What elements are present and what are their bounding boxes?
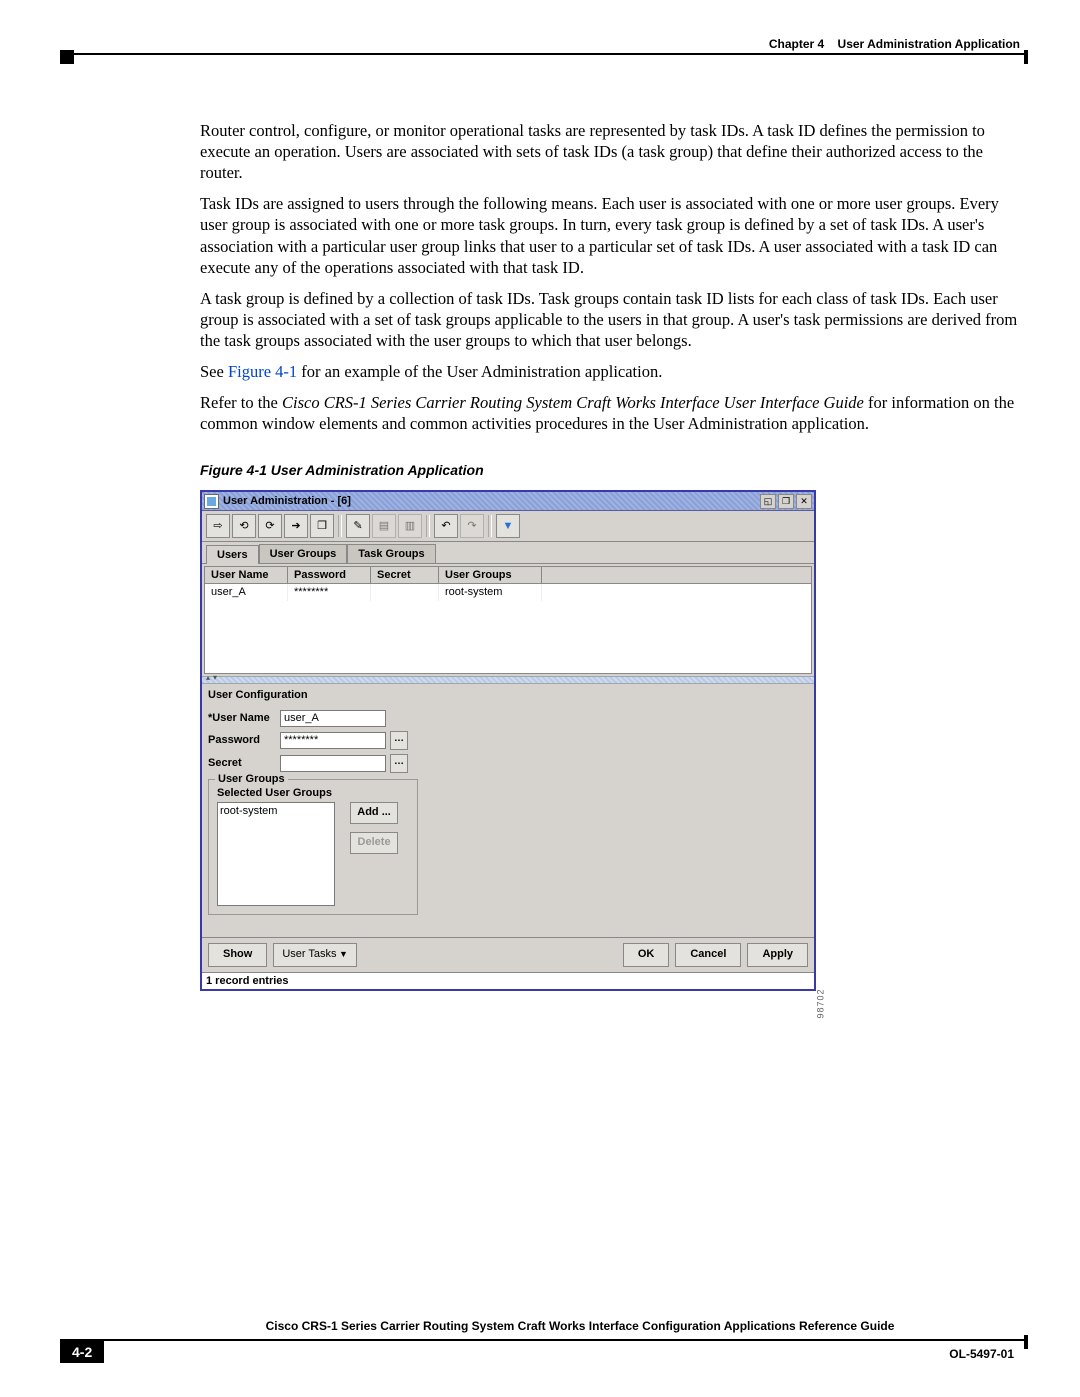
label-username: *User Name: [208, 711, 280, 725]
redo-icon[interactable]: ↷: [460, 514, 484, 538]
undo-icon[interactable]: ↶: [434, 514, 458, 538]
panel-title: User Configuration: [208, 686, 808, 706]
para-3: A task group is defined by a collection …: [200, 288, 1020, 351]
label-password: Password: [208, 733, 280, 747]
cell-password: ********: [288, 584, 371, 600]
secret-field[interactable]: [280, 755, 386, 772]
status-bar: 1 record entries: [202, 972, 814, 989]
window-titlebar: User Administration - [6] ◱ ❐ ✕: [202, 492, 814, 511]
col-usergroups[interactable]: User Groups: [439, 567, 542, 583]
para-4: See Figure 4-1 for an example of the Use…: [200, 361, 1020, 382]
tab-task-groups[interactable]: Task Groups: [347, 544, 435, 563]
copy-icon[interactable]: ❐: [310, 514, 334, 538]
apply-button[interactable]: Apply: [747, 943, 808, 967]
new-icon[interactable]: ✎: [346, 514, 370, 538]
header-rule: [60, 53, 1028, 55]
action-bar: Show User Tasks OK Cancel Apply: [202, 937, 814, 972]
password-more-button[interactable]: …: [390, 731, 408, 750]
forward-icon[interactable]: ➔: [284, 514, 308, 538]
fieldset-legend: User Groups: [215, 772, 288, 786]
maximize-icon[interactable]: ❐: [778, 494, 794, 509]
header-square: [60, 50, 74, 64]
window-icon: [204, 494, 219, 509]
para-5: Refer to the Cisco CRS-1 Series Carrier …: [200, 392, 1020, 434]
page-number-badge: 4-2: [60, 1341, 104, 1363]
cancel-button[interactable]: Cancel: [675, 943, 741, 967]
selected-groups-label: Selected User Groups: [217, 786, 409, 800]
page: Chapter 4 User Administration Applicatio…: [0, 0, 1080, 1397]
table-empty-area: [205, 601, 811, 673]
book-title: Cisco CRS-1 Series Carrier Routing Syste…: [282, 393, 864, 412]
col-secret[interactable]: Secret: [371, 567, 439, 583]
minimize-icon[interactable]: ◱: [760, 494, 776, 509]
body-text: Router control, configure, or monitor op…: [200, 120, 1020, 991]
footer-bar-right: [1024, 1335, 1028, 1349]
header-bar-right: [1024, 50, 1028, 64]
tab-users[interactable]: Users: [206, 545, 259, 564]
refresh-all-icon[interactable]: ⟳: [258, 514, 282, 538]
cell-username: user_A: [205, 584, 288, 600]
tab-user-groups[interactable]: User Groups: [259, 544, 348, 563]
doc-id: OL-5497-01: [949, 1347, 1014, 1361]
header-title: User Administration Application: [838, 37, 1020, 51]
tab-bar: Users User Groups Task Groups: [202, 542, 814, 564]
selected-groups-listbox[interactable]: root-system: [217, 802, 335, 906]
col-password[interactable]: Password: [288, 567, 371, 583]
delete-button[interactable]: Delete: [350, 832, 398, 854]
table-header: User Name Password Secret User Groups: [205, 567, 811, 584]
config-panel: User Configuration *User Name user_A Pas…: [202, 684, 814, 921]
cell-usergroups: root-system: [439, 584, 542, 600]
running-header: Chapter 4 User Administration Applicatio…: [769, 37, 1020, 51]
username-field[interactable]: user_A: [280, 710, 386, 727]
para-2: Task IDs are assigned to users through t…: [200, 193, 1020, 277]
footer-rule: [60, 1339, 1028, 1341]
figure-caption: Figure 4-1 User Administration Applicati…: [200, 462, 1020, 480]
list-item[interactable]: root-system: [220, 804, 332, 818]
figure-ref-link[interactable]: Figure 4-1: [228, 362, 297, 381]
figure-number: 98702: [815, 989, 827, 1019]
secret-more-button[interactable]: …: [390, 754, 408, 773]
splitter-handle[interactable]: [202, 676, 814, 684]
chapter-label: Chapter 4: [769, 37, 824, 51]
close-icon[interactable]: ✕: [796, 494, 812, 509]
ok-button[interactable]: OK: [623, 943, 670, 967]
cell-secret: [371, 584, 439, 600]
add-button[interactable]: Add ...: [350, 802, 398, 824]
edit-icon[interactable]: ▤: [372, 514, 396, 538]
table-row[interactable]: user_A ******** root-system: [205, 584, 811, 600]
para-1: Router control, configure, or monitor op…: [200, 120, 1020, 183]
users-table: User Name Password Secret User Groups us…: [204, 566, 812, 673]
app-window: User Administration - [6] ◱ ❐ ✕ ⇨ ⟲ ⟳ ➔ …: [200, 490, 816, 990]
password-field[interactable]: ********: [280, 732, 386, 749]
refresh-icon[interactable]: ⟲: [232, 514, 256, 538]
commit-icon[interactable]: ⇨: [206, 514, 230, 538]
delete-icon[interactable]: ▥: [398, 514, 422, 538]
footer-title: Cisco CRS-1 Series Carrier Routing Syste…: [140, 1319, 1020, 1333]
show-button[interactable]: Show: [208, 943, 267, 967]
col-username[interactable]: User Name: [205, 567, 288, 583]
window-title: User Administration - [6]: [223, 494, 351, 508]
user-tasks-dropdown[interactable]: User Tasks: [273, 943, 357, 967]
filter-icon[interactable]: ▼: [496, 514, 520, 538]
toolbar: ⇨ ⟲ ⟳ ➔ ❐ ✎ ▤ ▥ ↶ ↷ ▼: [202, 511, 814, 542]
user-groups-fieldset: User Groups Selected User Groups root-sy…: [208, 779, 418, 915]
label-secret: Secret: [208, 756, 280, 770]
